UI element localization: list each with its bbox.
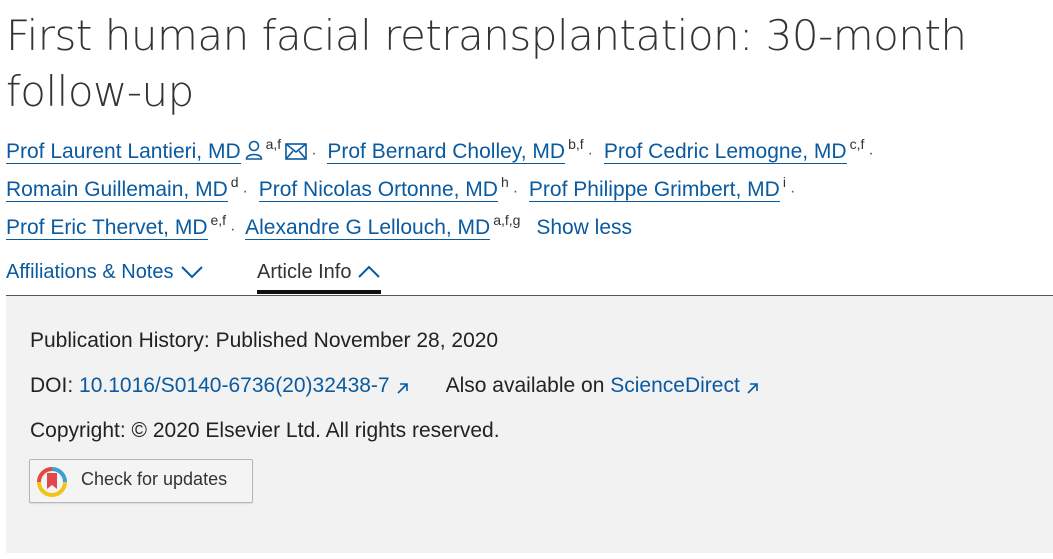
external-link-icon[interactable] xyxy=(746,374,760,404)
author-link[interactable]: Alexandre G Lellouch, MD xyxy=(245,216,491,240)
doi-row: DOI: 10.1016/S0140-6736(20)32438-7 Also a… xyxy=(30,371,760,404)
author-link[interactable]: Romain Guillemain, MD xyxy=(6,178,228,202)
author-list: Prof Laurent Lantieri, MD a,f · Prof Berna… xyxy=(6,134,1046,248)
check-for-updates-label: Check for updates xyxy=(81,469,228,489)
tab-article-info[interactable]: Article Info xyxy=(257,256,382,294)
author-link[interactable]: Prof Nicolas Ortonne, MD xyxy=(258,178,498,202)
author-affiliation-sup: c,f xyxy=(849,136,865,152)
separator: · xyxy=(512,183,519,200)
author-affiliation-sup: a,f,g xyxy=(493,212,521,228)
envelope-icon[interactable] xyxy=(285,136,307,172)
separator: · xyxy=(789,183,796,200)
doi-link[interactable]: 10.1016/S0140-6736(20)32438-7 xyxy=(79,374,390,397)
also-available-label: Also available on xyxy=(445,374,605,397)
chevron-down-icon xyxy=(180,257,204,289)
separator: · xyxy=(230,221,236,238)
external-link-icon[interactable] xyxy=(396,374,410,404)
author-link[interactable]: Prof Laurent Lantieri, MD xyxy=(6,140,241,164)
chevron-up-icon xyxy=(357,257,381,289)
sciencedirect-link[interactable]: ScienceDirect xyxy=(610,374,740,397)
tab-article-info-label: Article Info xyxy=(257,261,352,283)
separator: · xyxy=(868,145,874,162)
separator: · xyxy=(587,145,593,162)
author-affiliation-sup: a,f xyxy=(265,136,282,152)
author-link[interactable]: Prof Bernard Cholley, MD xyxy=(327,140,566,164)
check-for-updates-button[interactable]: Check for updates xyxy=(29,459,253,503)
show-less-button[interactable]: Show less xyxy=(536,216,632,239)
tab-affiliations[interactable]: Affiliations & Notes xyxy=(6,256,204,292)
author-affiliation-sup: b,f xyxy=(568,136,584,152)
author-link[interactable]: Prof Eric Thervet, MD xyxy=(6,216,208,240)
separator: · xyxy=(311,145,317,162)
author-link[interactable]: Prof Cedric Lemogne, MD xyxy=(603,140,847,164)
separator: · xyxy=(242,183,248,200)
person-icon[interactable] xyxy=(245,136,263,172)
author-link[interactable]: Prof Philippe Grimbert, MD xyxy=(528,178,780,202)
publication-history: Publication History: Published November … xyxy=(30,326,498,356)
author-affiliation-sup: e,f xyxy=(210,212,227,228)
tab-affiliations-label: Affiliations & Notes xyxy=(6,261,174,283)
author-affiliation-sup: i xyxy=(782,174,786,190)
history-value: Published November 28, 2020 xyxy=(215,329,499,352)
article-info-panel: Publication History: Published November … xyxy=(6,296,1053,553)
article-title: First human facial retransplantation: 30… xyxy=(6,11,967,116)
doi-label: DOI: xyxy=(30,374,74,397)
copyright: Copyright: © 2020 Elsevier Ltd. All righ… xyxy=(30,419,500,442)
crossmark-icon xyxy=(37,467,67,502)
author-affiliation-sup: h xyxy=(500,174,509,190)
author-affiliation-sup: d xyxy=(230,174,239,190)
article-tabs: Affiliations & Notes Article Info xyxy=(6,256,1053,294)
history-label: Publication History: xyxy=(30,329,210,352)
